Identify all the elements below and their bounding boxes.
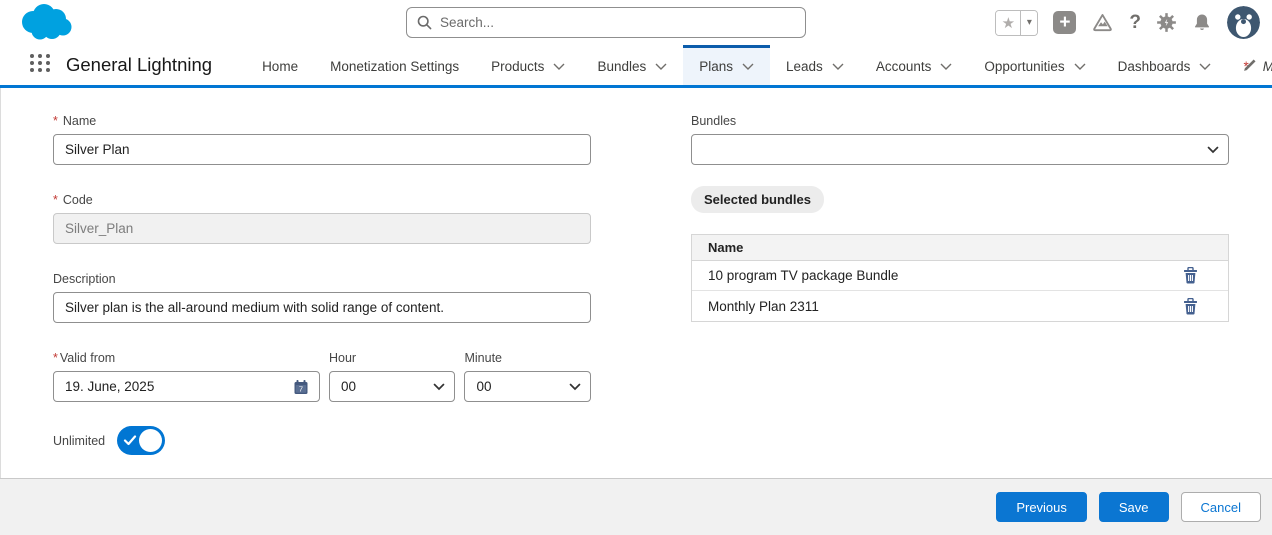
favorites-dropdown-icon[interactable]: ▾ [1020,10,1038,35]
selected-bundles-badge: Selected bundles [691,186,824,213]
favorites-control: ★ ▾ [995,9,1039,36]
search-icon [417,15,432,30]
salesforce-logo-icon [16,2,76,49]
name-field-group: * Name [53,114,591,165]
table-row: 10 program TV package Bundle [692,261,1228,291]
bundles-field-group: Bundles [691,114,1229,165]
required-marker: * [53,351,58,365]
required-marker: * [53,193,58,207]
notifications-bell-icon[interactable] [1192,12,1212,33]
nav-tabs: Home Monetization Settings Products Bund… [246,45,1272,85]
guidance-trailhead-icon[interactable] [1091,12,1114,34]
global-header: ★ ▾ + ? [0,0,1272,45]
nav-tab-leads[interactable]: Leads [770,45,860,85]
chevron-down-icon [1207,146,1219,153]
delete-bundle-button[interactable] [1178,295,1202,317]
chevron-down-icon[interactable] [940,63,952,70]
selected-bundles-table: Name 10 program TV package Bundle Monthl… [691,234,1229,322]
cancel-button[interactable]: Cancel [1180,492,1261,522]
unlimited-toggle[interactable] [117,426,166,455]
code-input [53,213,591,244]
chevron-down-icon[interactable] [742,63,754,70]
help-icon[interactable]: ? [1129,12,1141,34]
nav-tab-products[interactable]: Products [475,45,581,85]
code-label: * Code [53,193,93,207]
hour-label: Hour [328,351,357,365]
valid-from-row: * Valid from 19. June, 2025 7 Hour 00 Mi… [53,351,591,402]
app-launcher-icon[interactable] [28,51,52,80]
setup-gear-icon[interactable] [1156,12,1177,33]
chevron-down-icon[interactable] [655,63,667,70]
edit-nav-pencil-icon[interactable] [1241,45,1258,85]
nav-tab-bundles[interactable]: Bundles [581,45,683,85]
svg-text:7: 7 [299,384,303,393]
table-header-name: Name [692,235,1228,261]
nav-tab-opportunities[interactable]: Opportunities [968,45,1101,85]
valid-from-date-input[interactable]: 19. June, 2025 7 [53,371,320,402]
bundles-select[interactable] [691,134,1229,165]
bundles-label: Bundles [691,114,737,128]
app-name: General Lightning [66,54,213,75]
save-button[interactable]: Save [1098,492,1169,522]
name-label: * Name [53,114,97,128]
nav-tab-monetization-settings[interactable]: Monetization Settings [314,45,475,85]
chevron-down-icon[interactable] [553,63,565,70]
global-search [406,7,806,38]
valid-from-label: * Valid from [53,351,116,365]
description-field-group: Description [53,272,591,323]
description-label: Description [53,272,116,286]
chevron-down-icon[interactable] [1074,63,1086,70]
form-footer: Previous Save Cancel [0,478,1272,535]
unlimited-label: Unlimited [53,433,106,448]
name-input[interactable] [53,134,591,165]
chevron-down-icon[interactable] [832,63,844,70]
previous-button[interactable]: Previous [996,492,1087,522]
check-icon [124,435,137,446]
user-avatar[interactable] [1227,6,1260,39]
required-marker: * [53,114,58,128]
nav-tab-plans[interactable]: Plans [683,45,771,85]
plan-form: *Name *Code Description *Valid from 19. … [0,88,1272,478]
nav-tab-dashboards[interactable]: Dashboards [1102,45,1228,85]
search-input[interactable] [440,15,795,30]
unlimited-field-group: Unlimited [53,426,591,455]
table-row: Monthly Plan 2311 [692,291,1228,321]
chevron-down-icon [434,383,445,390]
chevron-down-icon[interactable] [1199,63,1211,70]
minute-select[interactable]: 00 [464,371,591,402]
trash-icon [1183,297,1197,314]
minute-label: Minute [464,351,503,365]
calendar-icon[interactable]: 7 [292,378,310,396]
description-input[interactable] [53,292,591,323]
global-actions-plus-icon[interactable]: + [1053,11,1077,34]
chevron-down-icon [569,383,581,390]
favorite-star-icon[interactable]: ★ [996,10,1021,35]
delete-bundle-button[interactable] [1178,265,1202,287]
nav-bar: General Lightning Home Monetization Sett… [0,45,1272,88]
toggle-knob [139,429,163,452]
nav-tab-accounts[interactable]: Accounts [860,45,969,85]
code-field-group: * Code [53,193,591,244]
hour-select[interactable]: 00 [328,371,456,402]
trash-icon [1183,267,1197,284]
nav-tab-home[interactable]: Home [246,45,314,85]
